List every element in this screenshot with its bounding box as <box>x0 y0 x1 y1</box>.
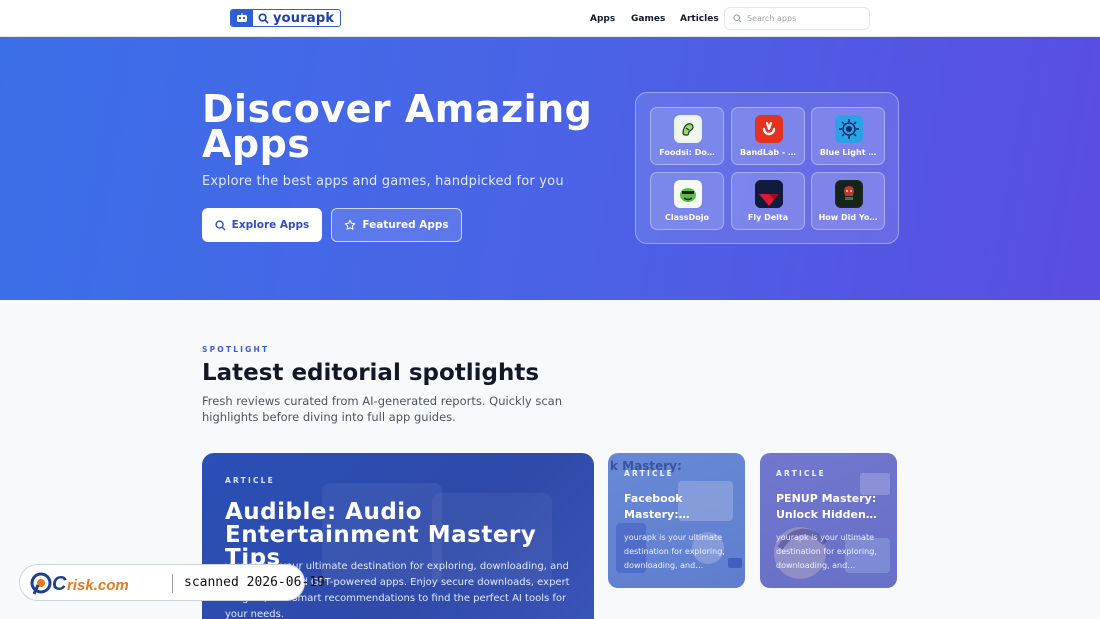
article-title: Facebook Mastery: Essenti… <box>624 492 683 521</box>
featured-apps-label: Featured Apps <box>362 219 449 231</box>
bandlab-app-icon <box>755 115 783 143</box>
article-tag: ARTICLE <box>225 476 275 485</box>
search-input[interactable] <box>747 14 857 23</box>
app-tile-label: How Did Yo… <box>818 213 878 222</box>
app-tile-label: Blue Light … <box>819 148 877 157</box>
nav-articles[interactable]: Articles <box>680 0 719 37</box>
section-eyebrow: SPOTLIGHT <box>202 345 270 354</box>
hero-banner: Discover Amazing Apps Explore the best a… <box>0 37 1100 300</box>
site-logo[interactable]: yourapk <box>230 9 342 27</box>
app-tile-label: Foodsi: Do… <box>659 148 715 157</box>
scan-date: scanned 2026-06-19 <box>184 575 325 590</box>
article-card-penup[interactable]: ARTICLE PENUP Mastery: Unlock Hidden… yo… <box>760 453 897 588</box>
app-tile-fly-delta[interactable]: Fly Delta <box>731 172 805 230</box>
article-description: yourapk is your ultimate destination for… <box>624 533 725 570</box>
fly-delta-app-icon <box>755 180 783 208</box>
app-tile-classdojo[interactable]: ClassDojo <box>650 172 724 230</box>
how-did-you-app-icon <box>835 180 863 208</box>
svg-text:risk.com: risk.com <box>67 577 129 594</box>
svg-text:C: C <box>52 573 67 595</box>
top-header: yourapk Apps Games Articles <box>0 0 1100 37</box>
article-tag: ARTICLE <box>776 469 826 478</box>
classdojo-app-icon <box>674 180 702 208</box>
app-tile-how-did-you[interactable]: How Did Yo… <box>811 172 885 230</box>
app-tile-blue-light[interactable]: Blue Light … <box>811 107 885 165</box>
pcrisk-watermark: C risk.com scanned 2026-06-19 <box>19 564 325 601</box>
search-box[interactable] <box>724 7 870 30</box>
robot-icon <box>231 10 253 26</box>
article-description: yourapk is your ultimate destination for… <box>776 533 877 570</box>
app-tile-label: ClassDojo <box>665 213 709 222</box>
article-card-facebook[interactable]: k Mastery: ARTICLE Facebook Mastery: Ess… <box>608 453 745 588</box>
article-title: PENUP Mastery: Unlock Hidden… <box>776 492 877 521</box>
pcrisk-logo: C risk.com <box>30 572 129 595</box>
search-icon <box>215 219 226 231</box>
featured-apps-button[interactable]: Featured Apps <box>331 208 462 242</box>
star-icon <box>345 219 356 230</box>
article-tag: ARTICLE <box>624 469 674 478</box>
hero-title: Discover Amazing Apps <box>202 87 593 166</box>
app-tile-foodsi[interactable]: Foodsi: Do… <box>650 107 724 165</box>
app-tile-bandlab[interactable]: BandLab - … <box>731 107 805 165</box>
app-tile-label: Fly Delta <box>747 213 789 222</box>
search-icon <box>258 12 269 24</box>
section-title: Latest editorial spotlights <box>202 360 540 386</box>
featured-apps-panel: Foodsi: Do… BandLab - … Blue Light … Cla… <box>635 92 899 244</box>
app-tile-label: BandLab - … <box>739 148 797 157</box>
foodsi-app-icon <box>674 115 702 143</box>
section-description: Fresh reviews curated from AI-generated … <box>202 394 562 424</box>
nav-games[interactable]: Games <box>631 0 665 37</box>
search-icon <box>733 14 742 23</box>
hero-subtitle: Explore the best apps and games, handpic… <box>202 174 564 189</box>
explore-apps-label: Explore Apps <box>231 219 310 231</box>
nav-apps[interactable]: Apps <box>590 0 615 37</box>
logo-text: yourapk <box>273 10 335 26</box>
blue-light-app-icon <box>835 115 863 143</box>
explore-apps-button[interactable]: Explore Apps <box>202 208 322 242</box>
